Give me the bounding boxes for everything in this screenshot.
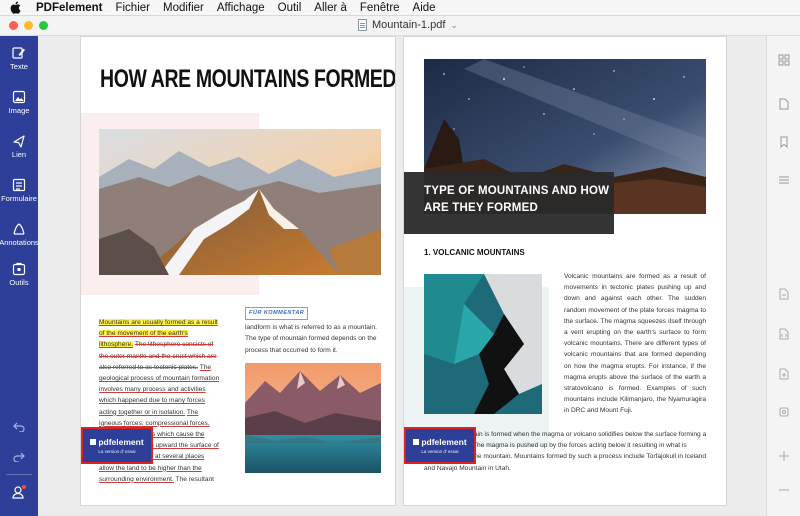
- mac-menubar: PDFelement Fichier Modifier Affichage Ou…: [0, 0, 800, 16]
- page-icon[interactable]: [778, 98, 790, 110]
- tools-icon: [12, 262, 26, 276]
- annotation-icon: [13, 223, 25, 235]
- tool-label: Image: [8, 106, 30, 115]
- right-panel-toolbar: [766, 36, 800, 516]
- zoom-out-icon[interactable]: [778, 484, 790, 496]
- document-title-text: Mountain-1.pdf: [372, 19, 446, 31]
- form-icon: [12, 178, 26, 192]
- menu-modifier[interactable]: Modifier: [163, 2, 204, 14]
- insert-page-icon[interactable]: [778, 368, 790, 380]
- tool-outils[interactable]: Outils: [0, 262, 38, 287]
- lake-photo[interactable]: [245, 363, 381, 473]
- volcanic-aerial-photo[interactable]: [424, 274, 542, 414]
- link-icon: [13, 135, 25, 148]
- menu-app-name[interactable]: PDFelement: [36, 2, 102, 14]
- body-text-tail: The resultant: [175, 475, 214, 483]
- pdf-document-icon: [358, 19, 367, 31]
- pdf-page-2[interactable]: TYPE OF MOUNTAINS AND HOW ARE THEY FORME…: [403, 36, 727, 506]
- crop-page-icon[interactable]: [778, 406, 790, 418]
- zoom-window-button[interactable]: [39, 21, 48, 30]
- menu-aller-a[interactable]: Aller à: [314, 2, 347, 14]
- document-canvas[interactable]: HOW ARE MOUNTAINS FORMED? Mountains are …: [38, 36, 766, 516]
- chevron-down-icon: ⌄: [450, 19, 458, 30]
- account-button[interactable]: [0, 484, 38, 500]
- watermark-subtitle: La version d' essai: [421, 449, 459, 454]
- redo-icon: [13, 452, 25, 462]
- extract-page-icon[interactable]: [778, 288, 790, 300]
- menu-aide[interactable]: Aide: [413, 2, 436, 14]
- account-icon: [12, 485, 26, 499]
- undo-button[interactable]: [0, 422, 38, 432]
- pdfelement-logo-icon: [90, 439, 97, 445]
- minimize-window-button[interactable]: [24, 21, 33, 30]
- apple-icon[interactable]: [10, 1, 24, 14]
- left-tool-sidebar: Texte Image Lien Formulaire Annotations …: [0, 36, 39, 516]
- tool-label: Lien: [11, 150, 27, 159]
- menu-fenetre[interactable]: Fenêtre: [360, 2, 400, 14]
- body-text: landform is what is referred to as a mou…: [245, 324, 377, 354]
- menu-affichage[interactable]: Affichage: [217, 2, 265, 14]
- mountain-photo[interactable]: [99, 129, 381, 275]
- tool-label: Annotations: [0, 238, 39, 247]
- outline-list-icon[interactable]: [778, 174, 790, 186]
- sidebar-divider: [6, 474, 32, 475]
- undo-icon: [13, 422, 25, 432]
- tool-image[interactable]: Image: [0, 90, 38, 115]
- watermark-logo-text: pdfelement: [98, 437, 144, 447]
- watermark-subtitle: La version d' essai: [98, 449, 136, 454]
- underlined-text[interactable]: The geological process of mountain forma…: [99, 364, 219, 416]
- watermark-logo-text: pdfelement: [421, 437, 467, 447]
- thumbnails-icon[interactable]: [778, 54, 790, 66]
- subsection-heading[interactable]: 1. VOLCANIC MOUNTAINS: [424, 248, 525, 257]
- volcanic-paragraph-1[interactable]: Volcanic mountains are formed as a resul…: [564, 271, 706, 417]
- code-page-icon[interactable]: [778, 328, 790, 340]
- section-heading[interactable]: TYPE OF MOUNTAINS AND HOW ARE THEY FORME…: [424, 183, 614, 217]
- trial-watermark: pdfelement La version d' essai: [81, 427, 153, 464]
- pdf-page-1[interactable]: HOW ARE MOUNTAINS FORMED? Mountains are …: [80, 36, 396, 506]
- tool-label: Formulaire: [1, 194, 37, 203]
- text-edit-icon: [12, 47, 25, 59]
- tool-annotations[interactable]: Annotations: [0, 222, 39, 247]
- document-title[interactable]: Mountain-1.pdf ⌄: [358, 19, 458, 31]
- tool-formulaire[interactable]: Formulaire: [0, 178, 38, 203]
- bookmark-icon[interactable]: [778, 136, 790, 148]
- close-window-button[interactable]: [9, 21, 18, 30]
- zoom-in-icon[interactable]: [778, 450, 790, 462]
- tool-label: Texte: [10, 62, 28, 71]
- tool-texte[interactable]: Texte: [0, 46, 38, 71]
- body-column-right[interactable]: FÜR KOMMENTAR landform is what is referr…: [245, 307, 379, 356]
- image-icon: [12, 90, 26, 104]
- page-heading[interactable]: HOW ARE MOUNTAINS FORMED?: [100, 65, 395, 94]
- tool-label: Outils: [9, 278, 29, 287]
- menu-fichier[interactable]: Fichier: [115, 2, 150, 14]
- text-annotation-box[interactable]: FÜR KOMMENTAR: [245, 307, 309, 321]
- pdfelement-logo-icon: [413, 439, 420, 445]
- menu-outil[interactable]: Outil: [278, 2, 302, 14]
- trial-watermark-2: pdfelement La version d' essai: [404, 427, 476, 464]
- redo-button[interactable]: [0, 452, 38, 462]
- tool-lien[interactable]: Lien: [0, 134, 38, 159]
- window-titlebar: Mountain-1.pdf ⌄: [0, 16, 800, 36]
